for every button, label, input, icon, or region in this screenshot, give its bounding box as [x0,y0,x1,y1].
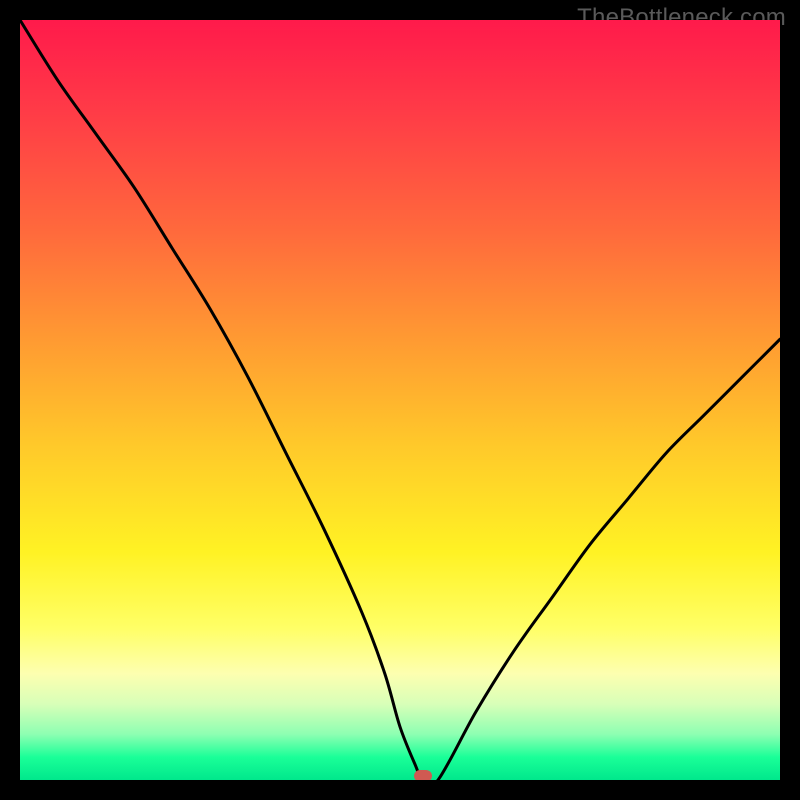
bottleneck-curve [20,20,780,780]
minimum-marker [414,770,432,780]
chart-frame: TheBottleneck.com [0,0,800,800]
plot-area [20,20,780,780]
